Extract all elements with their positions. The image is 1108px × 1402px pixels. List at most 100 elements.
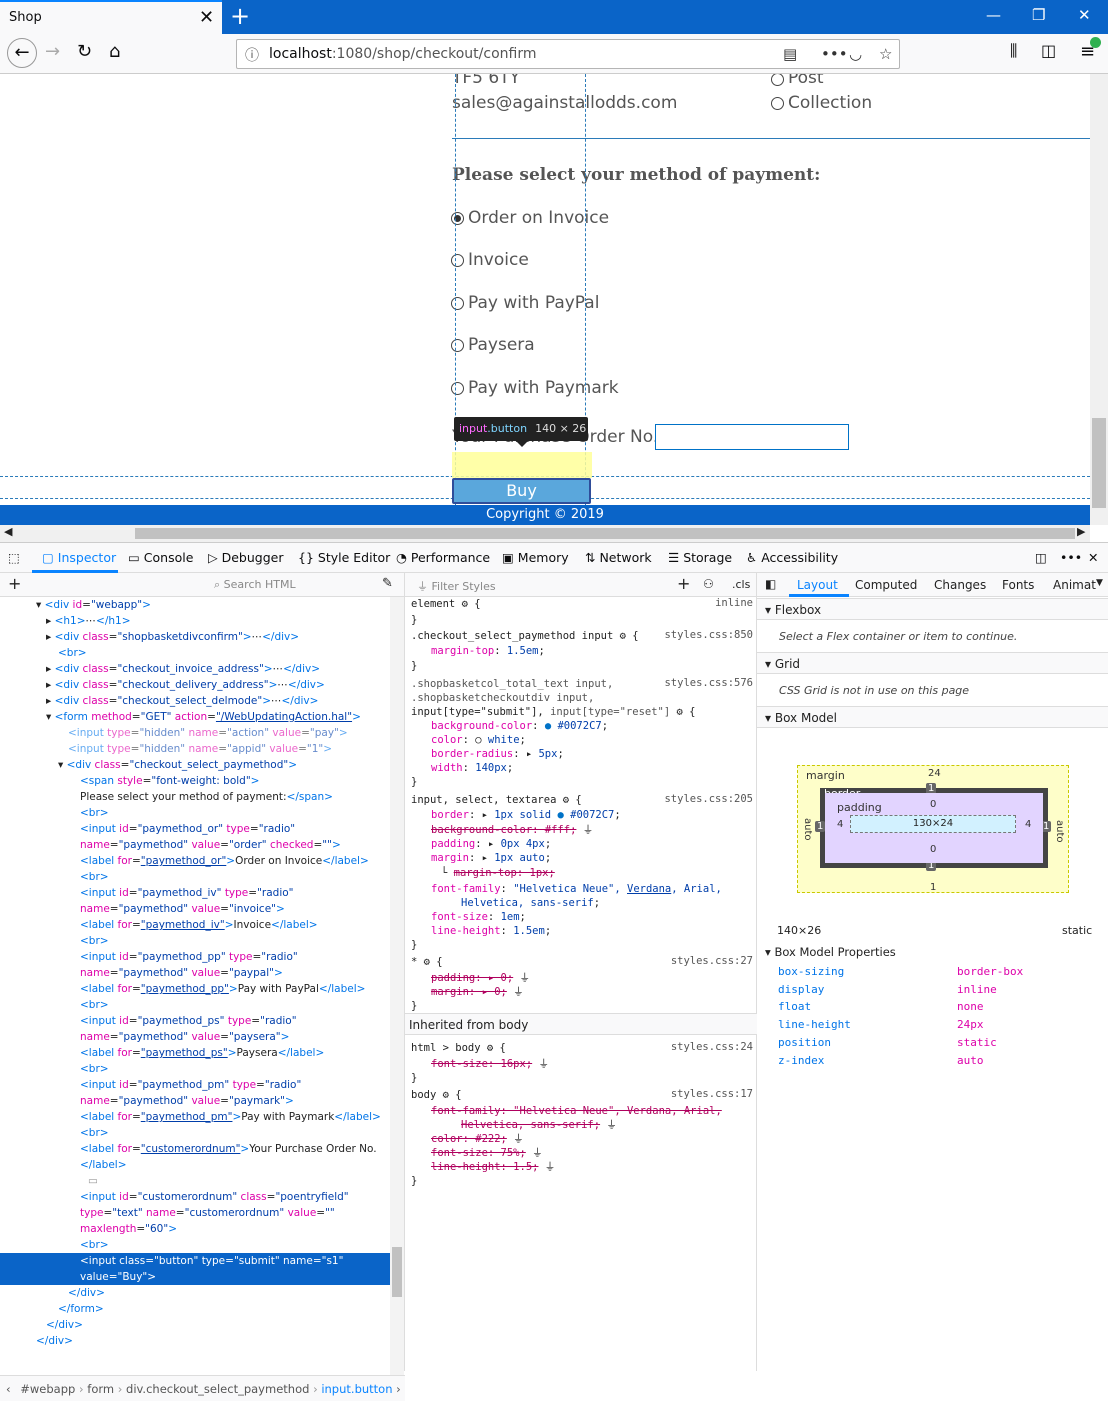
back-icon[interactable]: ← — [7, 38, 37, 68]
vertical-scrollbar[interactable] — [1090, 74, 1108, 525]
reader-view-icon[interactable]: ▤ — [783, 45, 797, 63]
breadcrumb-item[interactable]: div.checkout_select_paymethod — [126, 1382, 309, 1396]
markup-tree[interactable]: ▾ <div id="webapp"> ▸ <h1>⋯</h1> ▸ <div … — [0, 597, 390, 1349]
markup-toolbar: + ⌕ Search HTML ✎ — [0, 573, 404, 597]
scrollbar-thumb[interactable] — [135, 528, 1075, 539]
page-viewport: TF5 6TY sales@againstallodds.com Post Co… — [0, 74, 1108, 542]
tab-performance[interactable]: ◔ Performance — [396, 550, 490, 565]
layout-pane: ◧ Layout Computed Changes Fonts Animat ▼… — [757, 573, 1108, 1371]
grid-message: CSS Grid is not in use on this page — [779, 684, 970, 697]
rules-pane: ⏚ Filter Styles + ⚇ .cls element ⚙ {inli… — [405, 573, 757, 1371]
page-actions-icon[interactable]: ••• — [821, 45, 848, 63]
tab-accessibility[interactable]: ♿ Accessibility — [746, 550, 838, 565]
restore-icon[interactable]: ❐ — [1032, 6, 1045, 24]
tab-changes[interactable]: Changes — [934, 578, 986, 592]
section-divider — [452, 138, 1090, 139]
tab-close-icon[interactable]: ✕ — [199, 7, 214, 28]
devtools-toolbar: ⬚ ▢ Inspector ▭ Console ▷ Debugger {} St… — [0, 543, 1108, 573]
tab-network[interactable]: ⇅ Network — [585, 550, 652, 565]
markup-pane: + ⌕ Search HTML ✎ ▾ <div id="webapp"> ▸ … — [0, 573, 405, 1401]
paymethod-iv-label[interactable]: Invoice — [468, 250, 529, 270]
address-email: sales@againstallodds.com — [452, 93, 678, 113]
breadcrumb-item[interactable]: #webapp — [20, 1382, 75, 1396]
horizontal-scrollbar[interactable]: ◀ ▶ — [0, 525, 1090, 542]
home-icon[interactable]: ⌂ — [109, 41, 120, 62]
margin-highlight — [452, 452, 592, 478]
markup-scrollbar[interactable] — [390, 597, 404, 1375]
cls-toggle[interactable]: .cls — [732, 578, 750, 591]
grid-header[interactable]: ▾ Grid — [757, 652, 1108, 674]
tab-console[interactable]: ▭ Console — [128, 550, 193, 565]
tab-storage[interactable]: ☰ Storage — [668, 550, 732, 565]
box-model-properties-header[interactable]: ▾ Box Model Properties — [765, 945, 896, 959]
scrollbar-thumb[interactable] — [1092, 418, 1106, 508]
library-icon[interactable]: ⫼ — [1010, 41, 1017, 61]
inherited-header: Inherited from body — [405, 1013, 757, 1035]
breadcrumb-item[interactable]: form — [87, 1382, 114, 1396]
tab-layout[interactable]: Layout — [797, 578, 838, 592]
rules-toolbar: ⏚ Filter Styles + ⚇ .cls — [405, 573, 756, 597]
element-picker-icon[interactable]: ⬚ — [8, 550, 20, 565]
scroll-left-icon[interactable]: ◀ — [4, 525, 12, 538]
tab-style-editor[interactable]: {} Style Editor — [298, 550, 390, 565]
url-bar[interactable]: ⓘ localhost:1080/shop/checkout/confirm ▤… — [236, 39, 900, 69]
paymethod-or-label[interactable]: Order on Invoice — [468, 208, 609, 228]
devtools-close-icon[interactable]: ✕ — [1088, 550, 1098, 565]
paymethod-pm-label[interactable]: Pay with Paymark — [468, 378, 619, 398]
window-close-icon[interactable]: ✕ — [1078, 6, 1091, 24]
paymethod-pp-radio[interactable] — [451, 297, 464, 310]
new-tab-icon[interactable]: + — [230, 2, 250, 30]
purchase-order-input[interactable] — [655, 424, 849, 450]
boxmodel-header[interactable]: ▾ Box Model — [757, 706, 1108, 728]
paymethod-iv-radio[interactable] — [451, 254, 464, 267]
devtools-panel: ⬚ ▢ Inspector ▭ Console ▷ Debugger {} St… — [0, 542, 1108, 1401]
sidebar-icon[interactable]: ◫ — [1041, 41, 1056, 60]
selected-node[interactable]: <input class="button" type="submit" name… — [0, 1253, 390, 1285]
reload-icon[interactable]: ↻ — [77, 41, 92, 62]
breadcrumb-item-current[interactable]: input.button — [321, 1382, 392, 1396]
pocket-icon[interactable]: ◡ — [849, 45, 862, 63]
tab-memory[interactable]: ▣ Memory — [502, 550, 569, 565]
element-dimensions: 140×26 — [777, 924, 822, 937]
tab-computed[interactable]: Computed — [855, 578, 917, 592]
bookmark-star-icon[interactable]: ☆ — [879, 45, 892, 63]
scroll-right-icon[interactable]: ▶ — [1077, 525, 1085, 538]
buy-button[interactable]: Buy — [452, 478, 591, 504]
element-position: static — [1062, 924, 1093, 937]
delivery-post-radio[interactable] — [771, 74, 784, 86]
paymethod-or-radio[interactable] — [451, 212, 464, 225]
dock-icon[interactable]: ◫ — [1035, 550, 1047, 565]
pseudo-class-icon[interactable]: ⚇ — [703, 577, 714, 591]
delivery-collection-radio[interactable] — [771, 97, 784, 110]
paymethod-pm-radio[interactable] — [451, 382, 464, 395]
box-model-content: 130×24 — [850, 815, 1016, 833]
paymethod-ps-radio[interactable] — [451, 339, 464, 352]
toggle-sidebar-icon[interactable]: ◧ — [765, 577, 776, 591]
search-html-input[interactable]: ⌕ Search HTML — [214, 578, 296, 592]
add-rule-icon[interactable]: + — [677, 574, 690, 593]
breadcrumb-back-icon[interactable]: ‹ — [6, 1382, 11, 1396]
paymethod-ps-label[interactable]: Paysera — [468, 335, 535, 355]
site-info-icon[interactable]: ⓘ — [245, 45, 259, 65]
box-model-border: border 1 1 1 1 padding 0 0 4 4 130×24 — [815, 783, 1052, 871]
navigation-bar: ← → ↻ ⌂ ⓘ localhost:1080/shop/checkout/c… — [0, 34, 1108, 74]
minimize-icon[interactable]: — — [986, 6, 1001, 24]
tabs-overflow-icon[interactable]: ▼ — [1096, 578, 1103, 588]
tab-inspector[interactable]: ▢ Inspector — [42, 550, 116, 565]
filter-styles-input[interactable]: ⏚ Filter Styles — [417, 578, 496, 594]
paymethod-pp-label[interactable]: Pay with PayPal — [468, 293, 599, 313]
add-node-icon[interactable]: + — [8, 574, 21, 593]
eyedropper-icon[interactable]: ✎ — [382, 576, 393, 591]
browser-tab[interactable]: Shop ✕ — [0, 0, 222, 34]
tab-animations[interactable]: Animat — [1053, 578, 1096, 592]
scrollbar-thumb[interactable] — [392, 1247, 402, 1297]
tab-debugger[interactable]: ▷ Debugger — [208, 550, 283, 565]
breadcrumb: ‹ #webapp › form › div.checkout_select_p… — [0, 1375, 405, 1401]
tab-fonts[interactable]: Fonts — [1002, 578, 1034, 592]
flexbox-header[interactable]: ▾ Flexbox — [757, 598, 1108, 620]
url-text: localhost:1080/shop/checkout/confirm — [269, 46, 537, 62]
active-tab-indicator — [789, 594, 849, 597]
forward-icon[interactable]: → — [45, 41, 60, 62]
devtools-menu-icon[interactable]: ••• — [1060, 550, 1082, 565]
rules-list: element ⚙ {inline } .checkout_select_pay… — [405, 597, 757, 1371]
